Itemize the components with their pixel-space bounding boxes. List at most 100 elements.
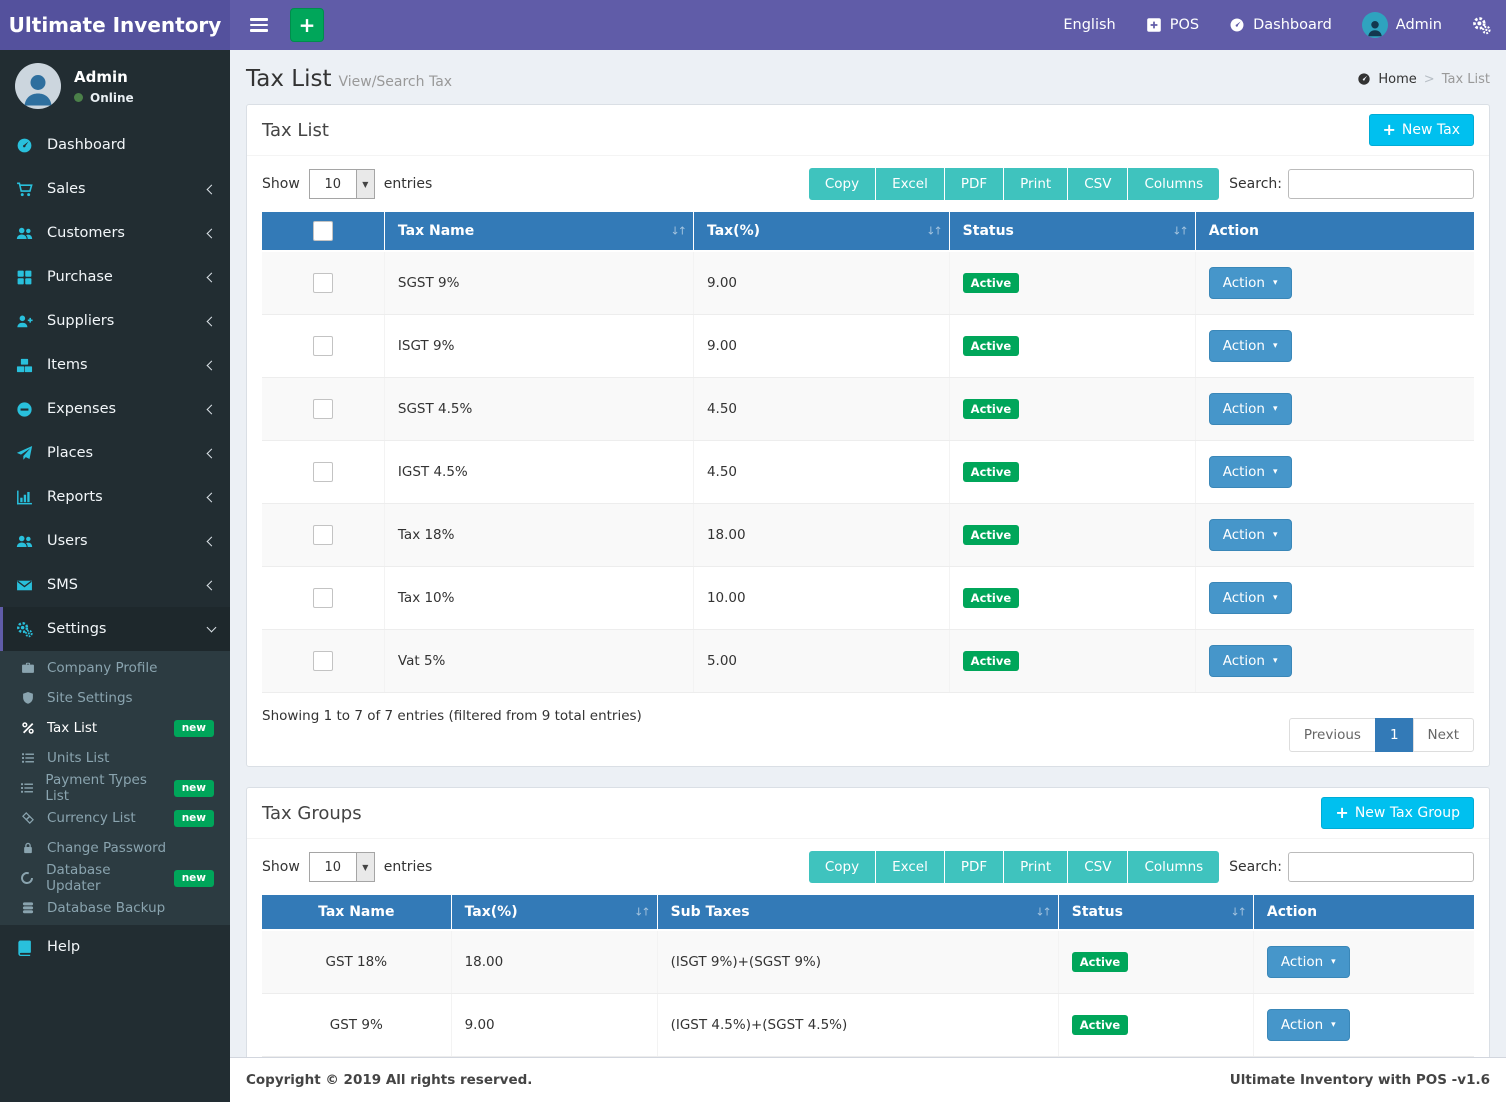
name-cell: ISGT 9% (384, 315, 693, 378)
nav-user[interactable]: Admin (1347, 0, 1457, 50)
sidebar-subitem-payment-types-list[interactable]: Payment Types Listnew (0, 773, 230, 803)
new-tax-group-button[interactable]: +New Tax Group (1321, 797, 1474, 829)
row-checkbox[interactable] (313, 651, 333, 671)
row-action-button[interactable]: Action▾ (1267, 946, 1350, 978)
sidebar-toggle-button[interactable] (240, 10, 278, 40)
table-summary: Showing 1 to 7 of 7 entries (filtered fr… (262, 706, 642, 724)
sidebar-item-reports[interactable]: Reports (0, 475, 230, 519)
nav-pos[interactable]: POS (1131, 0, 1214, 50)
sidebar-subitem-tax-list[interactable]: Tax Listnew (0, 713, 230, 743)
export-excel-button[interactable]: Excel (876, 168, 945, 200)
caret-down-icon: ▾ (1331, 1020, 1336, 1030)
sidebar-item-sales[interactable]: Sales (0, 167, 230, 211)
export-print-button[interactable]: Print (1004, 168, 1068, 200)
pagination-previous[interactable]: Previous (1289, 718, 1376, 752)
action-cell: Action▾ (1195, 567, 1474, 630)
row-action-button[interactable]: Action▾ (1209, 330, 1292, 362)
tax-groups-panel: Tax Groups +New Tax Group Show 10 ▼ (246, 787, 1490, 1057)
pagination-next[interactable]: Next (1413, 718, 1474, 752)
sidebar-subitem-currency-list[interactable]: Currency Listnew (0, 803, 230, 833)
row-action-button[interactable]: Action▾ (1267, 1009, 1350, 1041)
export-copy-button[interactable]: Copy (809, 168, 876, 200)
table-row: SGST 9%9.00ActiveAction▾ (262, 251, 1474, 315)
search-input[interactable] (1288, 169, 1474, 199)
column-header-action: Action (1253, 895, 1474, 930)
select-all-checkbox[interactable] (313, 221, 333, 241)
sidebar-item-customers[interactable]: Customers (0, 211, 230, 255)
top-bar: Ultimate Inventory + English POS Dashboa… (0, 0, 1506, 50)
row-action-button[interactable]: Action▾ (1209, 456, 1292, 488)
column-header-tax[interactable]: Tax(%)↓↑ (451, 895, 657, 930)
row-action-button[interactable]: Action▾ (1209, 393, 1292, 425)
sidebar-item-help[interactable]: Help (0, 925, 230, 969)
nav-language[interactable]: English (1048, 0, 1130, 50)
row-checkbox[interactable] (313, 399, 333, 419)
sidebar-subitem-label: Tax List (47, 720, 97, 736)
sidebar-item-places[interactable]: Places (0, 431, 230, 475)
page-size-select[interactable]: 10 ▼ (309, 169, 375, 199)
page-size-select[interactable]: 10 ▼ (309, 852, 375, 882)
column-header-status[interactable]: Status↓↑ (949, 212, 1195, 251)
column-header-tax[interactable]: Tax(%)↓↑ (693, 212, 949, 251)
pagination-page-1[interactable]: 1 (1375, 718, 1414, 752)
export-columns-button[interactable]: Columns (1128, 851, 1219, 883)
cart-icon (15, 181, 34, 198)
sidebar-item-sms[interactable]: SMS (0, 563, 230, 607)
name-cell: Tax 10% (384, 567, 693, 630)
row-action-button[interactable]: Action▾ (1209, 582, 1292, 614)
avatar (15, 63, 61, 109)
export-columns-button[interactable]: Columns (1128, 168, 1219, 200)
export-pdf-button[interactable]: PDF (945, 851, 1004, 883)
sidebar-item-label: Users (47, 533, 195, 549)
breadcrumb-home[interactable]: Home (1378, 72, 1416, 87)
new-tax-button[interactable]: +New Tax (1369, 114, 1475, 146)
sidebar-item-dashboard[interactable]: Dashboard (0, 123, 230, 167)
chevron-left-icon (207, 316, 217, 326)
chevron-left-icon (207, 404, 217, 414)
select-all-column-header[interactable] (262, 212, 384, 251)
sidebar-item-suppliers[interactable]: Suppliers (0, 299, 230, 343)
sidebar-subitem-site-settings[interactable]: Site Settings (0, 683, 230, 713)
sidebar-subitem-change-password[interactable]: Change Password (0, 833, 230, 863)
export-csv-button[interactable]: CSV (1068, 851, 1128, 883)
sidebar-subitem-label: Currency List (47, 810, 136, 826)
column-header-status[interactable]: Status↓↑ (1058, 895, 1253, 930)
sidebar-item-expenses[interactable]: Expenses (0, 387, 230, 431)
row-checkbox[interactable] (313, 462, 333, 482)
sidebar-item-users[interactable]: Users (0, 519, 230, 563)
row-checkbox[interactable] (313, 525, 333, 545)
export-copy-button[interactable]: Copy (809, 851, 876, 883)
export-pdf-button[interactable]: PDF (945, 168, 1004, 200)
new-badge: new (174, 780, 214, 797)
column-header-sub-taxes[interactable]: Sub Taxes↓↑ (657, 895, 1058, 930)
sort-icon: ↓↑ (1172, 225, 1186, 238)
row-checkbox[interactable] (313, 588, 333, 608)
envelope-icon (15, 577, 34, 594)
row-action-button[interactable]: Action▾ (1209, 519, 1292, 551)
sidebar-subitem-database-backup[interactable]: Database Backup (0, 893, 230, 923)
row-checkbox[interactable] (313, 336, 333, 356)
sidebar-item-purchase[interactable]: Purchase (0, 255, 230, 299)
sidebar-subitem-company-profile[interactable]: Company Profile (0, 653, 230, 683)
nav-dashboard[interactable]: Dashboard (1214, 0, 1347, 50)
sidebar-subitem-database-updater[interactable]: Database Updaternew (0, 863, 230, 893)
nav-settings[interactable] (1457, 0, 1506, 50)
export-excel-button[interactable]: Excel (876, 851, 945, 883)
export-print-button[interactable]: Print (1004, 851, 1068, 883)
app-logo[interactable]: Ultimate Inventory (0, 0, 230, 50)
sidebar-subitem-units-list[interactable]: Units List (0, 743, 230, 773)
row-action-button[interactable]: Action▾ (1209, 645, 1292, 677)
search-input[interactable] (1288, 852, 1474, 882)
column-header-tax-name[interactable]: Tax Name↓↑ (384, 212, 693, 251)
sidebar-item-label: Items (47, 357, 195, 373)
export-csv-button[interactable]: CSV (1068, 168, 1128, 200)
sidebar-item-label: Settings (47, 621, 195, 637)
row-action-button[interactable]: Action▾ (1209, 267, 1292, 299)
sidebar-item-items[interactable]: Items (0, 343, 230, 387)
quick-add-button[interactable]: + (290, 8, 324, 42)
percent-cell: 18.00 (693, 504, 949, 567)
row-checkbox[interactable] (313, 273, 333, 293)
column-header-label: Tax Name (318, 904, 394, 920)
chevron-down-icon: ▼ (356, 853, 374, 881)
sidebar-item-settings[interactable]: Settings (0, 607, 230, 651)
